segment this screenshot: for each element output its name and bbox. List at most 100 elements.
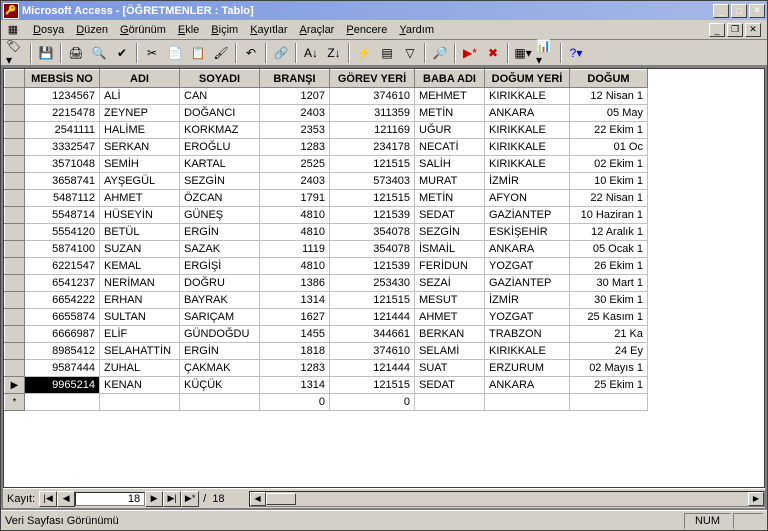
cell[interactable]: SELAMİ: [415, 343, 485, 360]
cell[interactable]: 121169: [330, 122, 415, 139]
cell[interactable]: ANKARA: [485, 377, 570, 394]
column-header[interactable]: BABA ADI: [415, 70, 485, 88]
table-row[interactable]: 6221547KEMALERGİŞİ4810121539FERİDUNYOZGA…: [5, 258, 648, 275]
cell[interactable]: 26 Ekim 1: [570, 258, 648, 275]
scroll-left-button[interactable]: ◀: [250, 492, 266, 506]
cell[interactable]: SUZAN: [100, 241, 180, 258]
cell[interactable]: 1283: [260, 139, 330, 156]
cell[interactable]: 9587444: [25, 360, 100, 377]
cell[interactable]: KORKMAZ: [180, 122, 260, 139]
cell[interactable]: KÜÇÜK: [180, 377, 260, 394]
cell[interactable]: 253430: [330, 275, 415, 292]
cell[interactable]: 121515: [330, 377, 415, 394]
cell[interactable]: KIRIKKALE: [485, 139, 570, 156]
cell[interactable]: 22 Ekim 1: [570, 122, 648, 139]
copy-button[interactable]: 📄: [164, 42, 186, 64]
row-selector[interactable]: [5, 173, 25, 190]
cell[interactable]: SUAT: [415, 360, 485, 377]
menu-araçlar[interactable]: Araçlar: [294, 22, 341, 38]
cell[interactable]: 0: [330, 394, 415, 411]
horizontal-scrollbar[interactable]: ◀ ▶: [249, 491, 765, 507]
cell[interactable]: ERHAN: [100, 292, 180, 309]
table-row[interactable]: 3571048SEMİHKARTAL2525121515SALİHKIRIKKA…: [5, 156, 648, 173]
mdi-minimize-button[interactable]: _: [709, 23, 725, 37]
table-row[interactable]: 8985412SELAHATTİNERGİN1818374610SELAMİKI…: [5, 343, 648, 360]
cell[interactable]: MESUT: [415, 292, 485, 309]
cell[interactable]: SEZAİ: [415, 275, 485, 292]
row-selector[interactable]: [5, 122, 25, 139]
cell[interactable]: 12 Aralık 1: [570, 224, 648, 241]
cell[interactable]: SEMİH: [100, 156, 180, 173]
cell[interactable]: 121444: [330, 360, 415, 377]
cell[interactable]: GAZİANTEP: [485, 207, 570, 224]
cell[interactable]: AYŞEGÜL: [100, 173, 180, 190]
row-selector-header[interactable]: [5, 70, 25, 88]
nav-prev-button[interactable]: ◀: [57, 491, 75, 507]
column-header[interactable]: GÖREV YERİ: [330, 70, 415, 88]
row-selector[interactable]: [5, 309, 25, 326]
mdi-close-button[interactable]: ✕: [745, 23, 761, 37]
row-selector[interactable]: [5, 241, 25, 258]
cell[interactable]: 2353: [260, 122, 330, 139]
nav-last-button[interactable]: ▶|: [163, 491, 181, 507]
cell[interactable]: 3332547: [25, 139, 100, 156]
cell[interactable]: 05 Ocak 1: [570, 241, 648, 258]
cell[interactable]: SARIÇAM: [180, 309, 260, 326]
nav-next-button[interactable]: ▶: [145, 491, 163, 507]
table-row[interactable]: 6655874SULTANSARIÇAM1627121444AHMETYOZGA…: [5, 309, 648, 326]
cell[interactable]: KENAN: [100, 377, 180, 394]
undo-button[interactable]: ↶: [240, 42, 262, 64]
table-row[interactable]: 2541111HALİMEKORKMAZ2353121169UĞURKIRIKK…: [5, 122, 648, 139]
cell[interactable]: 3571048: [25, 156, 100, 173]
cell[interactable]: 25 Kasım 1: [570, 309, 648, 326]
row-selector[interactable]: [5, 258, 25, 275]
cell[interactable]: KIRIKKALE: [485, 343, 570, 360]
menu-dosya[interactable]: Dosya: [27, 22, 70, 38]
cell[interactable]: ZEYNEP: [100, 105, 180, 122]
view-button[interactable]: 🏷▾: [5, 42, 27, 64]
cell[interactable]: 6655874: [25, 309, 100, 326]
cell[interactable]: ANKARA: [485, 105, 570, 122]
cell[interactable]: İZMİR: [485, 292, 570, 309]
close-button[interactable]: ✕: [749, 4, 765, 18]
cell[interactable]: 374610: [330, 88, 415, 105]
cell[interactable]: SALİH: [415, 156, 485, 173]
cell[interactable]: 234178: [330, 139, 415, 156]
cell[interactable]: ESKİŞEHİR: [485, 224, 570, 241]
format-painter-button[interactable]: 🖌: [210, 42, 232, 64]
filter-by-selection-button[interactable]: ⚡: [353, 42, 375, 64]
cell[interactable]: 02 Mayıs 1: [570, 360, 648, 377]
cell[interactable]: [180, 394, 260, 411]
cell[interactable]: EROĞLU: [180, 139, 260, 156]
cell[interactable]: 374610: [330, 343, 415, 360]
cell[interactable]: 2215478: [25, 105, 100, 122]
cell[interactable]: ELİF: [100, 326, 180, 343]
table-row[interactable]: *00: [5, 394, 648, 411]
cell[interactable]: 2541111: [25, 122, 100, 139]
cell[interactable]: 1207: [260, 88, 330, 105]
nav-record-input[interactable]: [75, 492, 145, 506]
cell[interactable]: KIRIKKALE: [485, 122, 570, 139]
column-header[interactable]: SOYADI: [180, 70, 260, 88]
cell[interactable]: 6666987: [25, 326, 100, 343]
cell[interactable]: 6654222: [25, 292, 100, 309]
column-header[interactable]: BRANŞI: [260, 70, 330, 88]
cell[interactable]: SEZGİN: [180, 173, 260, 190]
cell[interactable]: DOĞANCI: [180, 105, 260, 122]
cell[interactable]: 2403: [260, 173, 330, 190]
cell[interactable]: SEDAT: [415, 377, 485, 394]
cell[interactable]: BAYRAK: [180, 292, 260, 309]
apply-filter-button[interactable]: ▽: [399, 42, 421, 64]
table-row[interactable]: 3658741AYŞEGÜLSEZGİN2403573403MURATİZMİR…: [5, 173, 648, 190]
cell[interactable]: ERGİN: [180, 343, 260, 360]
cell[interactable]: 01 Oc: [570, 139, 648, 156]
cell[interactable]: 6541237: [25, 275, 100, 292]
mdi-restore-button[interactable]: ❐: [727, 23, 743, 37]
cell[interactable]: MEHMET: [415, 88, 485, 105]
save-button[interactable]: 💾: [35, 42, 57, 64]
cell[interactable]: 22 Nisan 1: [570, 190, 648, 207]
cell[interactable]: 311359: [330, 105, 415, 122]
table-row[interactable]: 6654222ERHANBAYRAK1314121515MESUTİZMİR30…: [5, 292, 648, 309]
cell[interactable]: 121444: [330, 309, 415, 326]
cell[interactable]: KEMAL: [100, 258, 180, 275]
